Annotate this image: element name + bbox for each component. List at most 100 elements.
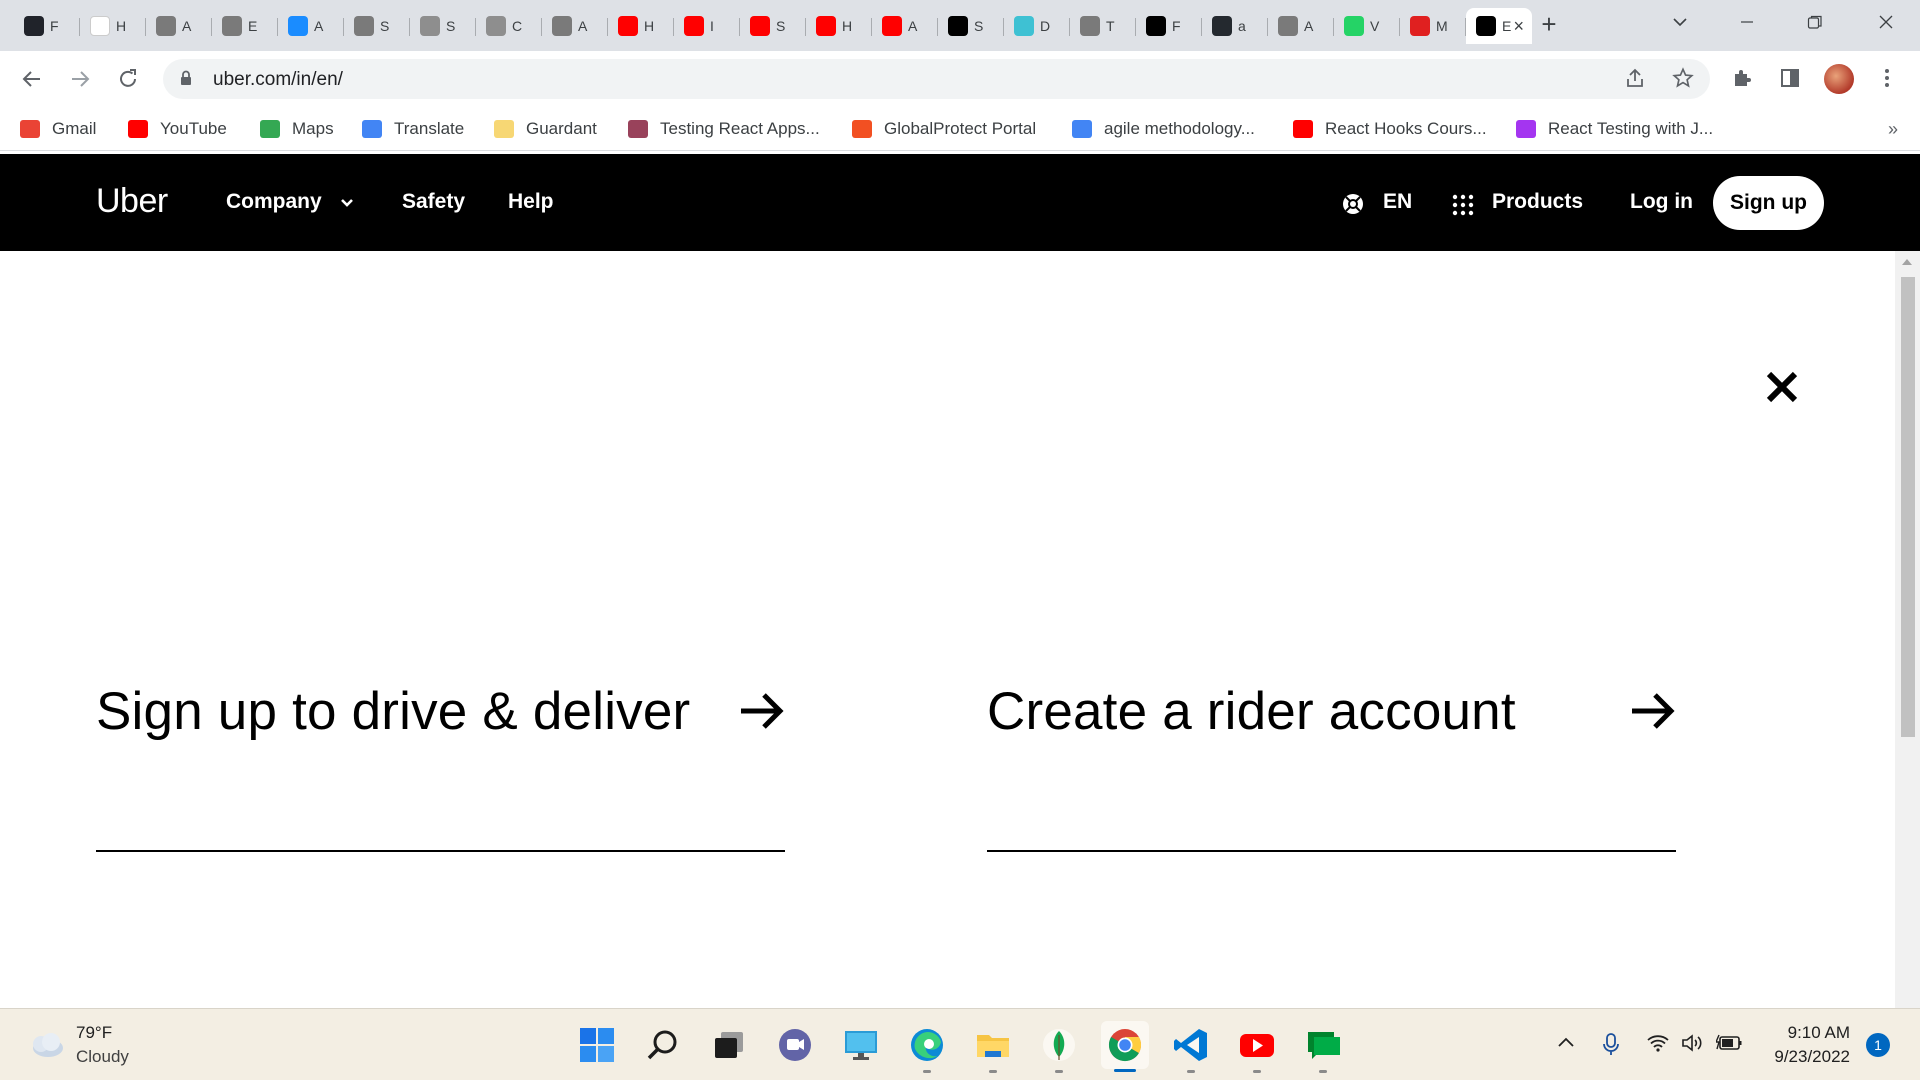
volume-icon[interactable] [1681, 1033, 1705, 1059]
close-window-icon[interactable] [1866, 6, 1906, 38]
browser-tab[interactable]: M [1400, 8, 1466, 44]
drive-deliver-link[interactable]: Sign up to drive & deliver [96, 681, 690, 742]
browser-tab[interactable]: S [938, 8, 1004, 44]
bookmark-item[interactable]: Translate [362, 117, 464, 141]
browser-tab[interactable]: A [542, 8, 608, 44]
nav-help[interactable]: Help [508, 190, 554, 214]
show-hidden-icons-chevron-icon[interactable] [1556, 1033, 1576, 1059]
bookmark-star-icon[interactable] [1671, 67, 1695, 91]
forward-arrow-icon[interactable] [64, 63, 96, 95]
nav-products[interactable]: Products [1492, 190, 1583, 214]
share-icon[interactable] [1623, 67, 1647, 91]
browser-tab[interactable]: A [146, 8, 212, 44]
browser-tab[interactable]: A [278, 8, 344, 44]
minimize-icon[interactable] [1727, 6, 1767, 38]
browser-tab[interactable]: C [476, 8, 542, 44]
tab-title: I [710, 18, 714, 34]
wifi-icon[interactable] [1646, 1033, 1670, 1059]
bookmark-item[interactable]: Guardant [494, 117, 597, 141]
arrow-right-icon[interactable] [1629, 691, 1677, 731]
products-grid-icon[interactable] [1452, 194, 1474, 216]
task-view-icon[interactable] [709, 1025, 749, 1065]
search-icon[interactable] [643, 1025, 683, 1065]
uber-header: Uber Company Safety Help EN Products Log… [0, 154, 1920, 251]
arrow-right-icon[interactable] [738, 691, 786, 731]
uber-logo[interactable]: Uber [96, 182, 168, 221]
browser-tab[interactable]: F [14, 8, 80, 44]
mongodb-compass-icon[interactable] [1039, 1025, 1079, 1073]
tab-title: A [1304, 18, 1314, 34]
bookmark-item[interactable]: agile methodology... [1072, 117, 1255, 141]
bookmark-item[interactable]: Maps [260, 117, 334, 141]
scroll-up-arrow-icon[interactable] [1902, 259, 1912, 265]
notification-badge[interactable]: 1 [1866, 1033, 1890, 1057]
extensions-puzzle-icon[interactable] [1727, 63, 1757, 93]
vscode-icon[interactable] [1171, 1025, 1211, 1073]
browser-tab[interactable]: H [806, 8, 872, 44]
bookmark-item[interactable]: GlobalProtect Portal [852, 117, 1036, 141]
google-chat-icon[interactable] [1303, 1025, 1343, 1073]
battery-charging-icon[interactable] [1714, 1033, 1744, 1059]
weather-temperature[interactable]: 79°F [76, 1023, 112, 1043]
chevron-down-icon[interactable] [338, 194, 356, 212]
whatsapp-icon [1344, 16, 1364, 36]
browser-tab[interactable]: S [740, 8, 806, 44]
side-panel-icon[interactable] [1775, 63, 1805, 93]
more-bookmarks-chevron-icon[interactable]: » [1888, 119, 1898, 140]
bookmark-item[interactable]: React Hooks Cours... [1293, 117, 1487, 141]
reload-icon[interactable] [112, 63, 144, 95]
browser-tab[interactable]: E × [1466, 8, 1532, 44]
chrome-menu-icon[interactable] [1872, 63, 1902, 93]
apple-icon [354, 16, 374, 36]
teams-chat-icon[interactable] [775, 1025, 815, 1065]
signup-button[interactable]: Sign up [1713, 176, 1824, 230]
youtube-app-icon[interactable] [1237, 1025, 1277, 1073]
file-explorer-icon[interactable] [973, 1025, 1013, 1073]
nav-company[interactable]: Company [226, 190, 322, 214]
chrome-icon[interactable] [1101, 1021, 1149, 1072]
close-icon[interactable] [1764, 369, 1800, 405]
url-text[interactable]: uber.com/in/en/ [213, 69, 343, 91]
browser-tab[interactable]: T [1070, 8, 1136, 44]
browser-tab[interactable]: a [1202, 8, 1268, 44]
login-link[interactable]: Log in [1630, 190, 1693, 214]
browser-tab[interactable]: D [1004, 8, 1070, 44]
browser-tab[interactable]: S [410, 8, 476, 44]
microphone-icon[interactable] [1601, 1033, 1621, 1063]
profile-avatar[interactable] [1824, 64, 1854, 94]
cloud-icon[interactable] [26, 1031, 66, 1059]
clock-date[interactable]: 9/23/2022 [1760, 1047, 1850, 1067]
browser-tab[interactable]: F [1136, 8, 1202, 44]
edge-browser-icon[interactable] [907, 1025, 947, 1073]
bookmark-item[interactable]: React Testing with J... [1516, 117, 1713, 141]
page-scrollbar[interactable] [1895, 251, 1920, 1008]
browser-tab[interactable]: A [1268, 8, 1334, 44]
google-icon [1072, 120, 1092, 138]
restore-icon[interactable] [1795, 6, 1835, 38]
tab-search-chevron-icon[interactable] [1660, 6, 1700, 38]
globe-icon[interactable] [1341, 192, 1365, 216]
rider-account-link[interactable]: Create a rider account [987, 681, 1516, 742]
nav-safety[interactable]: Safety [402, 190, 465, 214]
bookmark-item[interactable]: Gmail [20, 117, 96, 141]
weather-condition[interactable]: Cloudy [76, 1047, 129, 1067]
clock-time[interactable]: 9:10 AM [1786, 1023, 1850, 1043]
back-arrow-icon[interactable] [16, 63, 48, 95]
browser-tab[interactable]: E [212, 8, 278, 44]
browser-tab[interactable]: H [608, 8, 674, 44]
browser-tab[interactable]: I [674, 8, 740, 44]
close-tab-icon[interactable]: × [1513, 16, 1524, 37]
start-windows-icon[interactable] [577, 1025, 617, 1065]
scroll-thumb[interactable] [1901, 277, 1915, 737]
browser-tab[interactable]: S [344, 8, 410, 44]
desktop-monitor-icon[interactable] [841, 1025, 881, 1065]
browser-tab[interactable]: H [80, 8, 146, 44]
lock-icon[interactable] [180, 70, 192, 86]
language-selector[interactable]: EN [1383, 190, 1412, 214]
bookmark-item[interactable]: Testing React Apps... [628, 117, 820, 141]
browser-tab[interactable]: A [872, 8, 938, 44]
new-tab-button[interactable]: + [1534, 9, 1564, 39]
address-bar[interactable]: uber.com/in/en/ [163, 59, 1710, 99]
browser-tab[interactable]: V [1334, 8, 1400, 44]
bookmark-item[interactable]: YouTube [128, 117, 227, 141]
